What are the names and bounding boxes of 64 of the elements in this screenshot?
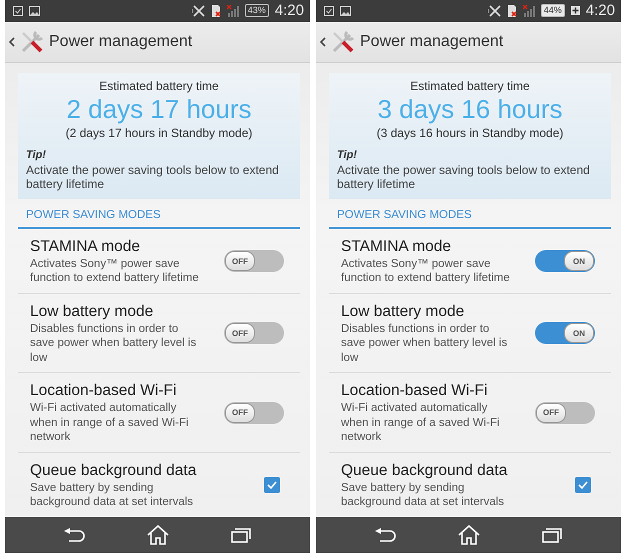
checkbox[interactable] — [575, 477, 591, 494]
checkmark-icon — [266, 479, 278, 492]
home-icon[interactable] — [458, 524, 480, 545]
image-icon — [340, 6, 351, 16]
standby-estimate: (2 days 17 hours in Standby mode) — [64, 126, 254, 140]
battery-indicator: 43% — [244, 4, 269, 18]
estimate-label: Estimated battery time — [98, 78, 220, 93]
screen-title: Power management — [360, 32, 504, 51]
muted-icon — [192, 4, 205, 17]
setting-description: Disables functions in order to save power when battery level is low — [30, 322, 198, 366]
image-icon — [29, 6, 40, 16]
setting-title: STAMINA mode — [341, 236, 452, 256]
battery-indicator: 44% — [540, 4, 565, 18]
checkbox-icon — [324, 6, 334, 16]
estimate-value: 3 days 16 hours — [376, 94, 564, 124]
setting-description: Activates Sony™ power save function to extend battery lifetime — [30, 256, 200, 286]
tip-text: Activate the power saving tools below to extend battery lifetime — [26, 162, 280, 191]
setting-title: Low battery mode — [341, 302, 466, 321]
estimate-label: Estimated battery time — [409, 78, 531, 93]
setting-title: Queue background data — [30, 460, 198, 480]
setting-title: Queue background data — [341, 460, 508, 480]
section-header: POWER SAVING MODES — [18, 198, 300, 229]
back-icon[interactable] — [64, 528, 86, 542]
screen-title: Power management — [49, 32, 192, 51]
standby-estimate: (3 days 16 hours in Standby mode) — [376, 126, 564, 140]
tip-text: Activate the power saving tools below to extend battery lifetime — [337, 162, 591, 191]
sim-card-icon — [210, 4, 221, 17]
setting-description: Disables functions in order to save power when battery level is low — [341, 322, 508, 366]
toggle-switch[interactable]: ON — [535, 250, 595, 272]
back-caret-icon[interactable] — [320, 36, 326, 47]
setting-title: STAMINA mode — [30, 236, 141, 256]
sim-card-icon — [506, 4, 517, 17]
signal-icon — [226, 4, 239, 17]
setting-title: Low battery mode — [30, 302, 154, 321]
tip-title: Tip! — [26, 148, 47, 161]
tools-icon — [330, 28, 356, 55]
setting-title: Location-based Wi-Fi — [341, 381, 488, 400]
estimate-value: 2 days 17 hours — [65, 94, 252, 124]
checkmark-icon — [577, 479, 589, 492]
checkbox-icon — [13, 6, 23, 16]
home-icon[interactable] — [147, 524, 170, 545]
checkbox[interactable] — [264, 477, 280, 494]
toggle-switch[interactable]: OFF — [224, 322, 284, 344]
recent-apps-icon[interactable] — [231, 526, 252, 543]
setting-description: Save battery by sending background data at set intervals — [30, 480, 194, 510]
setting-description: Activates Sony™ power save function to extend battery lifetime — [341, 256, 511, 286]
recent-apps-icon[interactable] — [542, 526, 562, 543]
back-caret-icon[interactable] — [9, 36, 15, 47]
setting-description: Save battery by sending background data at set intervals — [341, 480, 506, 510]
toggle-switch[interactable]: ON — [535, 322, 595, 344]
toggle-switch[interactable]: OFF — [224, 402, 284, 424]
setting-description: Wi-Fi activated automatically when in range of a saved Wi-Fi network — [341, 401, 501, 445]
tools-icon — [19, 28, 45, 55]
setting-title: Location-based Wi-Fi — [30, 381, 178, 400]
toggle-switch[interactable]: OFF — [535, 402, 595, 424]
toggle-switch[interactable]: OFF — [224, 250, 284, 272]
tip-title: Tip! — [337, 148, 358, 161]
signal-icon — [522, 4, 535, 17]
section-header: POWER SAVING MODES — [329, 198, 611, 229]
status-time: 4:20 — [274, 2, 304, 20]
status-time: 4:20 — [586, 2, 615, 20]
muted-icon — [488, 4, 501, 17]
setting-description: Wi-Fi activated automatically when in range of a saved Wi-Fi network — [30, 401, 190, 445]
back-icon[interactable] — [374, 528, 397, 542]
